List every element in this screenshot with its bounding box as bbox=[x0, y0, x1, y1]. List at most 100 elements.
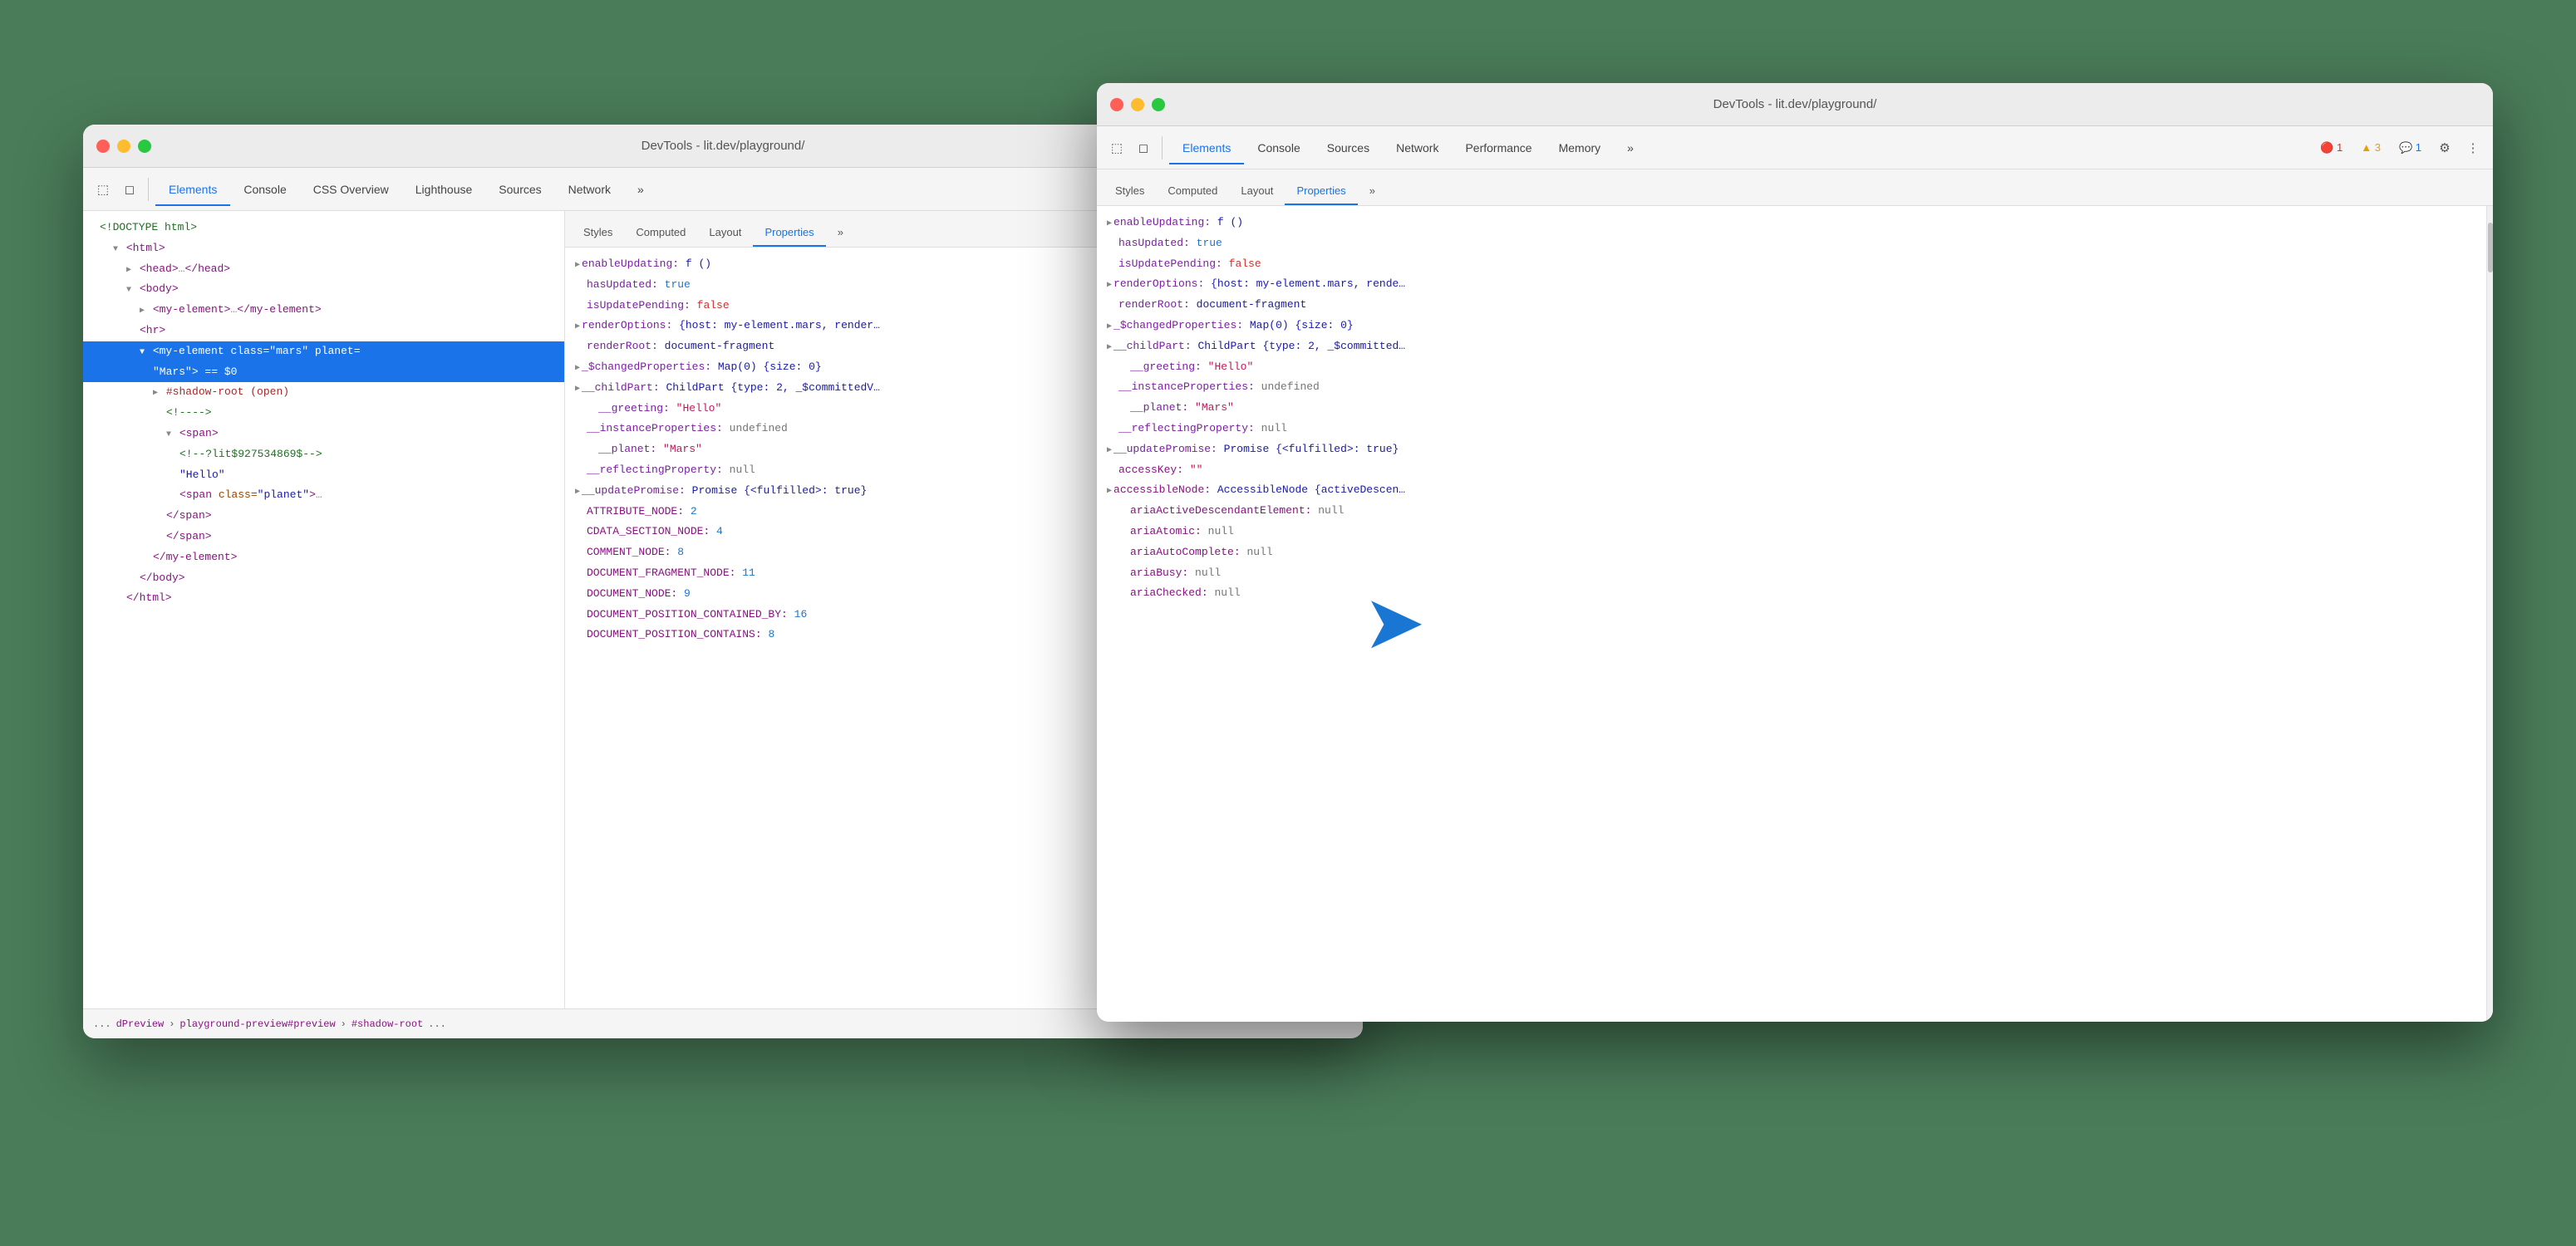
panel-tab-styles-back[interactable]: Styles bbox=[572, 219, 624, 247]
scene: DevTools - lit.dev/playground/ ⬚ ◻ Eleme… bbox=[83, 83, 2493, 1163]
inspector-icon[interactable]: ◻ bbox=[118, 178, 141, 201]
prop-accessible-node-front[interactable]: ▶accessibleNode: AccessibleNode {activeD… bbox=[1097, 480, 2486, 501]
dom-line-body-close: </body> bbox=[83, 568, 564, 589]
dom-line-my-element-close: </my-element> bbox=[83, 547, 564, 568]
dom-line-comment-1: <!----> bbox=[83, 403, 564, 424]
dom-line-my-element-1: ▶ <my-element>…</my-element> bbox=[83, 300, 564, 321]
panel-tab-styles-front[interactable]: Styles bbox=[1104, 178, 1156, 205]
prop-update-promise-front[interactable]: ▶__updatePromise: Promise {<fulfilled>: … bbox=[1097, 439, 2486, 460]
dom-line-shadow-root: ▶ #shadow-root (open) bbox=[83, 382, 564, 403]
dom-line-html-close: </html> bbox=[83, 588, 564, 609]
toolbar-tabs-front: Elements Console Sources Network Perform… bbox=[1169, 136, 2310, 159]
cursor-icon-front[interactable]: ⬚ bbox=[1105, 136, 1128, 159]
scroll-indicator-front[interactable] bbox=[2486, 206, 2493, 1022]
dom-line-body: ▼ <body> bbox=[83, 279, 564, 300]
error-badge-front[interactable]: 🔴 1 bbox=[2313, 139, 2349, 157]
prop-has-updated-front: hasUpdated: true bbox=[1097, 233, 2486, 254]
tab-elements-front[interactable]: Elements bbox=[1169, 136, 1244, 159]
dom-line-my-element-selected: ▼ <my-element class="mars" planet= bbox=[83, 341, 564, 362]
minimize-button-back[interactable] bbox=[117, 140, 130, 153]
prop-enable-updating-front[interactable]: ▶enableUpdating: f () bbox=[1097, 213, 2486, 233]
toolbar-divider-1 bbox=[148, 178, 149, 201]
warning-badge-front[interactable]: ▲ 3 bbox=[2354, 139, 2387, 156]
tab-console-back[interactable]: Console bbox=[230, 178, 299, 201]
maximize-button-front[interactable] bbox=[1152, 98, 1165, 111]
tab-console-front[interactable]: Console bbox=[1244, 136, 1313, 159]
status-ellipsis-1: ... bbox=[93, 1018, 111, 1030]
toolbar-tabs-back: Elements Console CSS Overview Lighthouse… bbox=[155, 178, 1221, 201]
dom-line-doctype: <!DOCTYPE html> bbox=[83, 218, 564, 238]
prop-aria-atomic-front: ariaAtomic: null bbox=[1097, 522, 2486, 542]
panel-tab-more-back[interactable]: » bbox=[826, 219, 855, 247]
prop-access-key-front: accessKey: "" bbox=[1097, 460, 2486, 481]
dom-line-span-close-1: </span> bbox=[83, 506, 564, 527]
traffic-lights-back bbox=[96, 140, 151, 153]
props-container-front: ▶enableUpdating: f () hasUpdated: true i… bbox=[1097, 206, 2493, 1022]
toolbar-right-front: 🔴 1 ▲ 3 💬 1 ⚙ ⋮ bbox=[2313, 136, 2485, 159]
panel-tab-properties-back[interactable]: Properties bbox=[753, 219, 825, 247]
dom-line-span-planet: <span class="planet">… bbox=[83, 485, 564, 506]
close-button-back[interactable] bbox=[96, 140, 110, 153]
prop-greeting-front: __greeting: "Hello" bbox=[1097, 357, 2486, 378]
cursor-icon[interactable]: ⬚ bbox=[91, 178, 115, 201]
prop-planet-front: __planet: "Mars" bbox=[1097, 398, 2486, 419]
prop-changed-props-front[interactable]: ▶_$changedProperties: Map(0) {size: 0} bbox=[1097, 316, 2486, 336]
dom-line-html: ▼ <html> bbox=[83, 238, 564, 259]
status-sep-1: › bbox=[169, 1018, 175, 1030]
status-sep-2: › bbox=[341, 1018, 347, 1030]
dom-line-head: ▶ <head>…</head> bbox=[83, 259, 564, 280]
menu-icon-front[interactable]: ⋮ bbox=[2461, 136, 2485, 159]
tab-sources-front[interactable]: Sources bbox=[1314, 136, 1383, 159]
traffic-lights-front bbox=[1110, 98, 1165, 111]
tab-sources-back[interactable]: Sources bbox=[485, 178, 554, 201]
prop-reflecting-front: __reflectingProperty: null bbox=[1097, 419, 2486, 439]
prop-is-update-pending-front: isUpdatePending: false bbox=[1097, 254, 2486, 275]
info-badge-front[interactable]: 💬 1 bbox=[2392, 139, 2428, 157]
devtools-window-front: DevTools - lit.dev/playground/ ⬚ ◻ Eleme… bbox=[1097, 83, 2493, 1022]
dom-line-hello: "Hello" bbox=[83, 465, 564, 486]
settings-icon-front[interactable]: ⚙ bbox=[2433, 136, 2456, 159]
tab-performance-front[interactable]: Performance bbox=[1452, 136, 1545, 159]
tab-network-back[interactable]: Network bbox=[555, 178, 624, 201]
properties-panel-front[interactable]: ▶enableUpdating: f () hasUpdated: true i… bbox=[1097, 206, 2486, 1022]
dom-line-comment-lit: <!--?lit$927534869$--> bbox=[83, 444, 564, 465]
window-title-front: DevTools - lit.dev/playground/ bbox=[1713, 97, 1877, 111]
dom-line-my-element-selected-2: "Mars"> == $0 bbox=[83, 362, 564, 383]
tab-memory-front[interactable]: Memory bbox=[1546, 136, 1615, 159]
maximize-button-back[interactable] bbox=[138, 140, 151, 153]
tab-more-front[interactable]: » bbox=[1614, 136, 1647, 159]
tab-css-overview-back[interactable]: CSS Overview bbox=[300, 178, 402, 201]
panel-tab-computed-back[interactable]: Computed bbox=[624, 219, 697, 247]
tab-elements-back[interactable]: Elements bbox=[155, 178, 230, 201]
inspector-icon-front[interactable]: ◻ bbox=[1132, 136, 1155, 159]
dom-panel[interactable]: <!DOCTYPE html> ▼ <html> ▶ <head>…</head… bbox=[83, 211, 565, 1008]
tab-more-back[interactable]: » bbox=[624, 178, 657, 201]
close-button-front[interactable] bbox=[1110, 98, 1123, 111]
panel-tab-layout-front[interactable]: Layout bbox=[1229, 178, 1285, 205]
title-bar-front: DevTools - lit.dev/playground/ bbox=[1097, 83, 2493, 126]
window-title-back: DevTools - lit.dev/playground/ bbox=[642, 139, 805, 153]
status-playground-preview[interactable]: playground-preview#preview bbox=[179, 1018, 335, 1030]
status-shadow-root[interactable]: #shadow-root bbox=[351, 1018, 423, 1030]
prop-aria-checked-front: ariaChecked: null bbox=[1097, 583, 2486, 604]
minimize-button-front[interactable] bbox=[1131, 98, 1144, 111]
panel-tab-layout-back[interactable]: Layout bbox=[697, 219, 753, 247]
panel-tab-computed-front[interactable]: Computed bbox=[1156, 178, 1229, 205]
prop-instance-props-front: __instanceProperties: undefined bbox=[1097, 377, 2486, 398]
prop-render-options-front[interactable]: ▶renderOptions: {host: my-element.mars, … bbox=[1097, 274, 2486, 295]
prop-child-part-front[interactable]: ▶__childPart: ChildPart {type: 2, _$comm… bbox=[1097, 336, 2486, 357]
arrow-indicator: ➤ bbox=[1363, 586, 1425, 660]
main-content-front: ▶enableUpdating: f () hasUpdated: true i… bbox=[1097, 206, 2493, 1022]
panel-tabs-front: Styles Computed Layout Properties » bbox=[1097, 169, 2493, 206]
dom-line-hr: <hr> bbox=[83, 321, 564, 341]
prop-aria-autocomplete-front: ariaAutoComplete: null bbox=[1097, 542, 2486, 563]
prop-aria-active-descendant-front: ariaActiveDescendantElement: null bbox=[1097, 501, 2486, 522]
tab-network-front[interactable]: Network bbox=[1383, 136, 1452, 159]
toolbar-front: ⬚ ◻ Elements Console Sources Network Per… bbox=[1097, 126, 2493, 169]
tab-lighthouse-back[interactable]: Lighthouse bbox=[402, 178, 486, 201]
prop-aria-busy-front: ariaBusy: null bbox=[1097, 563, 2486, 584]
panel-tab-properties-front[interactable]: Properties bbox=[1285, 178, 1357, 205]
toolbar-divider-front bbox=[1162, 136, 1163, 159]
panel-tab-more-front[interactable]: » bbox=[1358, 178, 1387, 205]
status-dpreview[interactable]: dPreview bbox=[116, 1018, 165, 1030]
